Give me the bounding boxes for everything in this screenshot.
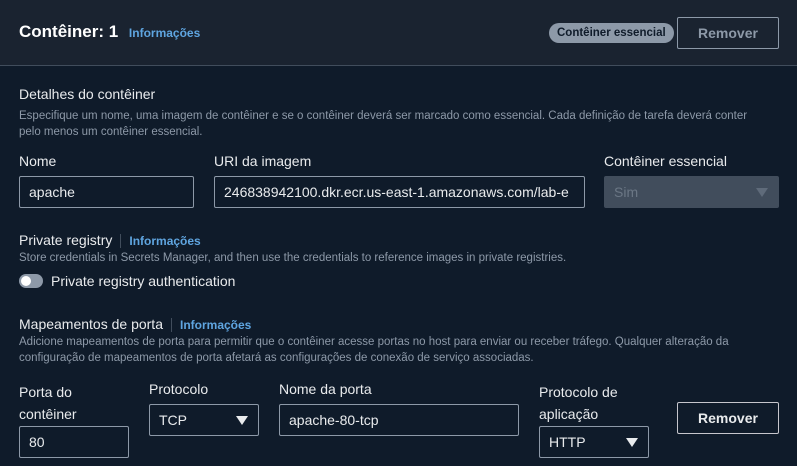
- image-uri-input[interactable]: 246838942100.dkr.ecr.us-east-1.amazonaws…: [214, 176, 585, 208]
- divider: [170, 318, 172, 333]
- divider: [120, 234, 122, 249]
- app-protocol-label-line2: aplicação: [539, 406, 599, 422]
- registry-description: Store credentials in Secrets Manager, an…: [19, 252, 567, 264]
- registry-info-link[interactable]: Informações: [129, 234, 200, 248]
- essential-select-value: Sim: [614, 184, 639, 200]
- ports-info-link[interactable]: Informações: [180, 318, 251, 332]
- app-protocol-label-line1: Protocolo de: [539, 384, 618, 400]
- container-port-label-line2: contêiner: [19, 406, 77, 422]
- container-title-text: Contêiner: 1: [19, 22, 119, 41]
- container-title: Contêiner: 1 Informações: [19, 22, 200, 42]
- details-description: Especifique um nome, uma imagem de contê…: [19, 110, 748, 138]
- ports-description: Adicione mapeamentos de porta para permi…: [19, 336, 729, 364]
- caret-down-icon: [756, 188, 768, 197]
- name-label: Nome: [19, 153, 57, 169]
- caret-down-icon: [626, 438, 638, 447]
- private-registry-toggle[interactable]: [19, 274, 43, 288]
- container-port-label: Porta do contêiner: [19, 381, 77, 425]
- details-section-title: Detalhes do contêiner: [19, 86, 156, 102]
- port-name-label: Nome da porta: [279, 381, 372, 397]
- container-panel: Contêiner: 1 Informações Contêiner essen…: [0, 0, 797, 466]
- image-uri-label: URI da imagem: [214, 153, 312, 169]
- protocol-select[interactable]: TCP: [149, 404, 259, 436]
- container-port-label-line1: Porta do: [19, 384, 72, 400]
- toggle-knob: [21, 276, 31, 286]
- essential-select[interactable]: Sim: [604, 176, 779, 208]
- registry-section-title: Private registry Informações: [19, 232, 201, 249]
- registry-title-text: Private registry: [19, 232, 113, 248]
- info-link[interactable]: Informações: [129, 26, 200, 40]
- app-protocol-label: Protocolo de aplicação: [539, 381, 618, 425]
- ports-title-text: Mapeamentos de porta: [19, 316, 163, 332]
- name-input[interactable]: apache: [19, 176, 194, 208]
- remove-container-button[interactable]: Remover: [677, 17, 779, 49]
- remove-port-mapping-button[interactable]: Remover: [677, 402, 779, 434]
- essential-label: Contêiner essencial: [604, 153, 727, 169]
- ports-section-title: Mapeamentos de porta Informações: [19, 316, 251, 333]
- container-header: Contêiner: 1 Informações Contêiner essen…: [0, 0, 797, 66]
- app-protocol-select[interactable]: HTTP: [539, 426, 649, 458]
- app-protocol-select-value: HTTP: [549, 434, 586, 450]
- protocol-select-value: TCP: [159, 412, 187, 428]
- port-name-input[interactable]: apache-80-tcp: [279, 404, 519, 436]
- caret-down-icon: [236, 416, 248, 425]
- private-registry-toggle-label[interactable]: Private registry authentication: [51, 273, 235, 289]
- protocol-label: Protocolo: [149, 381, 209, 397]
- container-port-input[interactable]: 80: [19, 426, 129, 458]
- essential-badge: Contêiner essencial: [549, 23, 674, 43]
